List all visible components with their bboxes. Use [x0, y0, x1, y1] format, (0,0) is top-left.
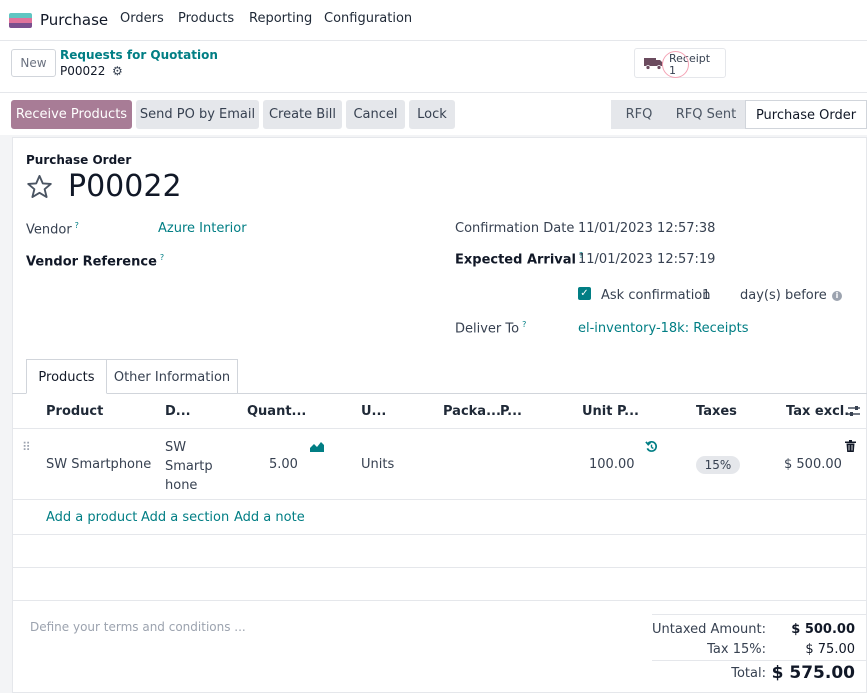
add-section-link[interactable]: Add a section [141, 510, 229, 525]
menu-products[interactable]: Products [178, 11, 234, 26]
menu-configuration[interactable]: Configuration [324, 11, 412, 26]
untaxed-amount-label: Untaxed Amount: [652, 622, 766, 637]
col-taxes[interactable]: Taxes [696, 404, 737, 419]
col-quantity[interactable]: Quant... [247, 404, 306, 419]
col-packaging-qty[interactable]: P... [500, 404, 522, 419]
menu-orders[interactable]: Orders [120, 11, 164, 26]
cell-subtotal: $ 500.00 [784, 457, 842, 472]
table-bottom-divider [12, 600, 867, 601]
status-rfq-sent[interactable]: RFQ Sent [667, 100, 745, 129]
trash-icon[interactable] [845, 440, 856, 452]
send-po-email-button[interactable]: Send PO by Email [136, 100, 259, 129]
status-rfq[interactable]: RFQ [611, 100, 667, 129]
app-name[interactable]: Purchase [40, 11, 108, 29]
forecast-chart-icon[interactable] [310, 441, 324, 452]
col-tax-excl[interactable]: Tax excl. [786, 404, 849, 419]
receive-products-button[interactable]: Receive Products [11, 100, 132, 129]
totals-divider [652, 660, 867, 661]
cancel-button[interactable]: Cancel [346, 100, 405, 129]
tab-products[interactable]: Products [26, 359, 107, 394]
days-before-label: day(s) before [740, 288, 827, 303]
doc-type-label: Purchase Order [26, 153, 132, 167]
col-product[interactable]: Product [46, 404, 103, 419]
tax-value: $ 75.00 [805, 642, 855, 657]
confirmation-date-field[interactable]: 11/01/2023 12:57:38 [578, 221, 715, 236]
totals-top-divider [652, 614, 867, 615]
cell-unit-price[interactable]: 100.00 [589, 457, 635, 472]
terms-conditions-input[interactable]: Define your terms and conditions ... [30, 620, 246, 634]
cell-product[interactable]: SW Smartphone [46, 457, 151, 472]
breadcrumb-parent[interactable]: Requests for Quotation [60, 48, 218, 62]
receipt-smart-button[interactable]: Receipt 1 [634, 48, 726, 78]
col-uom[interactable]: U... [361, 404, 386, 419]
expected-arrival-field[interactable]: 11/01/2023 12:57:19 [578, 252, 715, 267]
expected-arrival-label: Expected Arrival? [455, 251, 584, 268]
col-unit-price[interactable]: Unit P... [582, 404, 639, 419]
total-label: Total: [731, 666, 766, 681]
tab-other-information[interactable]: Other Information [107, 359, 238, 394]
cell-description[interactable]: SW Smartp hone [165, 438, 213, 495]
vendor-field[interactable]: Azure Interior [158, 221, 247, 236]
apps-menu-icon[interactable] [9, 13, 32, 28]
ask-confirmation-days[interactable]: 1 [702, 288, 710, 303]
untaxed-amount-value: $ 500.00 [791, 622, 855, 637]
cell-uom[interactable]: Units [361, 457, 394, 472]
ask-confirmation-checkbox[interactable]: ✓ [578, 287, 591, 300]
vendor-reference-label: Vendor Reference? [26, 253, 165, 270]
status-purchase-order[interactable]: Purchase Order [745, 100, 867, 129]
tax-badge[interactable]: 15% [696, 456, 740, 474]
drag-handle-icon[interactable]: ⠿ [22, 440, 31, 454]
star-icon[interactable] [25, 173, 54, 201]
new-button[interactable]: New [11, 49, 56, 77]
vendor-label: Vendor? [26, 221, 79, 238]
menu-reporting[interactable]: Reporting [249, 11, 312, 26]
lock-button[interactable]: Lock [409, 100, 455, 129]
ask-confirmation-label: Ask confirmation [601, 288, 711, 303]
deliver-to-label: Deliver To? [455, 320, 527, 337]
top-navbar: Purchase Orders Products Reporting Confi… [0, 0, 867, 41]
row-divider [12, 534, 867, 535]
reset-price-icon[interactable] [645, 440, 658, 453]
truck-icon [644, 58, 663, 70]
confirmation-date-label: Confirmation Date [455, 221, 575, 236]
deliver-to-field[interactable]: el-inventory-18k: Receipts [578, 321, 749, 336]
create-bill-button[interactable]: Create Bill [263, 100, 342, 129]
gear-icon[interactable]: ⚙ [112, 64, 123, 78]
form-sheet [12, 137, 867, 693]
total-value: $ 575.00 [771, 663, 855, 683]
row-divider [12, 499, 867, 500]
col-description[interactable]: D... [165, 404, 191, 419]
breadcrumb-current: P00022 [60, 64, 106, 78]
col-packaging[interactable]: Packa... [443, 404, 501, 419]
info-icon[interactable]: i [832, 291, 842, 301]
add-note-link[interactable]: Add a note [234, 510, 305, 525]
row-divider [12, 567, 867, 568]
page-title: P00022 [68, 169, 182, 204]
tax-label: Tax 15%: [707, 642, 766, 657]
vendor-reference-input[interactable] [158, 251, 428, 271]
cursor-highlight [662, 51, 689, 78]
cell-quantity[interactable]: 5.00 [269, 457, 298, 472]
optional-columns-icon[interactable] [847, 404, 861, 418]
add-product-link[interactable]: Add a product [46, 510, 137, 525]
